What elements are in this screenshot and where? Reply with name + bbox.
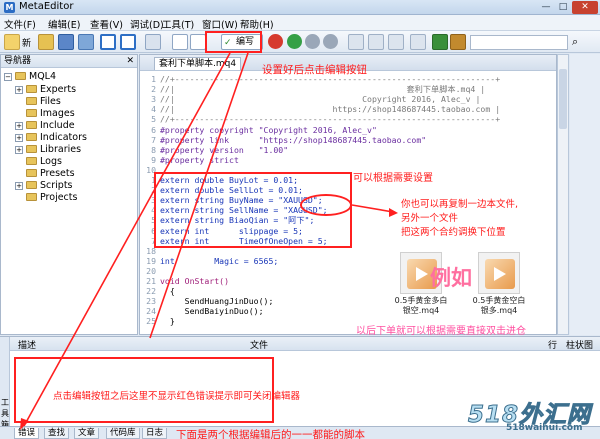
bottom-hint-text: 下面是两个根据编辑后的一一都能的脚本 xyxy=(176,429,365,439)
arrowhead-right xyxy=(389,208,398,217)
setup-hint-text: 设置好后点击编辑按钮 xyxy=(262,64,367,76)
copy-arrow-line xyxy=(351,204,394,213)
params-hint-text: 可以根据需要设置 xyxy=(353,173,433,184)
copy-hint-text-2: 另外一个文件 xyxy=(401,213,459,224)
watermark-url: 518waihui.com xyxy=(506,423,583,433)
compile-arrow-line xyxy=(23,52,231,427)
copy-hint-text-1: 你也可以再复制一边本文件, xyxy=(401,199,519,210)
compile-hint-text: 点击编辑按钮之后这里不显示红色错误提示即可关闭编辑器 xyxy=(53,391,301,402)
example-label: 例如 xyxy=(430,266,472,290)
copy-hint-text-3: 把这两个合约调换下位置 xyxy=(401,227,506,238)
compile-arrow-line-2 xyxy=(149,52,249,339)
after-hint-text: 以后下单就可以根据需要直接双击进仓 xyxy=(356,326,526,337)
